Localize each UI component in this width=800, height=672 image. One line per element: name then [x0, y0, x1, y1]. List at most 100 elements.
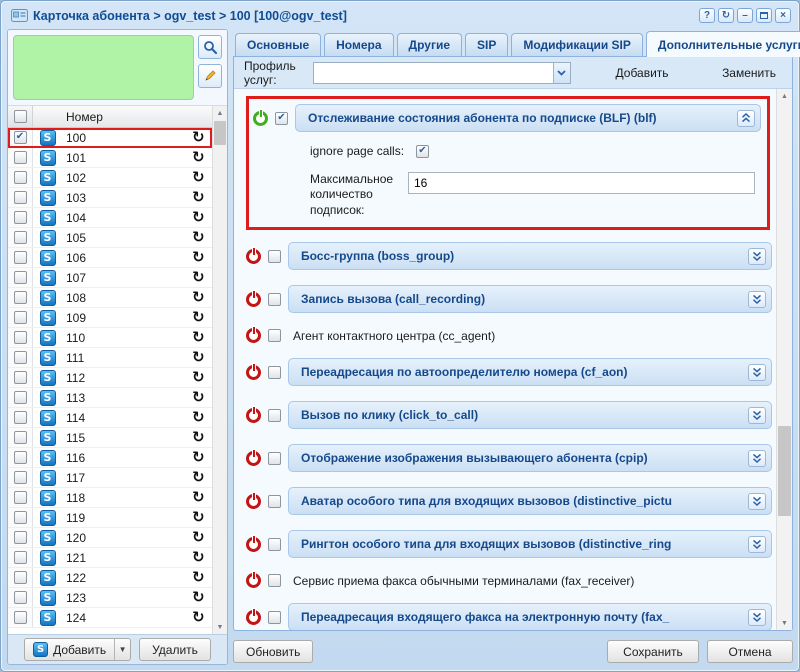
history-icon[interactable]: ↺	[192, 310, 205, 325]
edit-button[interactable]	[198, 64, 222, 88]
services-scrollbar-track[interactable]	[777, 103, 792, 616]
subscriber-row[interactable]: S 120 ↺	[8, 528, 212, 548]
close-button[interactable]: ×	[775, 8, 791, 23]
service-disabled-icon[interactable]	[246, 249, 261, 264]
subscriber-row[interactable]: S 101 ↺	[8, 148, 212, 168]
profile-input[interactable]	[313, 62, 571, 84]
collapse-button[interactable]	[737, 110, 755, 127]
row-checkbox[interactable]	[14, 351, 27, 364]
row-checkbox[interactable]	[14, 391, 27, 404]
history-icon[interactable]: ↺	[192, 590, 205, 605]
service-panel-header[interactable]: Запись вызова (call_recording)	[288, 285, 772, 313]
row-checkbox[interactable]	[14, 611, 27, 624]
service-panel-header[interactable]: Переадресация входящего факса на электро…	[288, 603, 772, 630]
profile-combobox[interactable]	[313, 62, 571, 84]
expand-button[interactable]	[748, 364, 766, 381]
history-icon[interactable]: ↺	[192, 470, 205, 485]
history-icon[interactable]: ↺	[192, 250, 205, 265]
history-icon[interactable]: ↺	[192, 230, 205, 245]
subscriber-row[interactable]: S 111 ↺	[8, 348, 212, 368]
service-checkbox[interactable]	[268, 366, 281, 379]
subscriber-row[interactable]: S 121 ↺	[8, 548, 212, 568]
service-disabled-icon[interactable]	[246, 537, 261, 552]
row-checkbox[interactable]	[14, 191, 27, 204]
blf-panel-header[interactable]: Отслеживание состояния абонента по подпи…	[295, 104, 761, 132]
numbers-scrollbar[interactable]: ▲ ▼	[212, 106, 227, 634]
service-checkbox[interactable]	[268, 574, 281, 587]
service-checkbox[interactable]	[268, 293, 281, 306]
subscriber-row[interactable]: S 113 ↺	[8, 388, 212, 408]
search-button[interactable]	[198, 35, 222, 59]
subscriber-row[interactable]: S 116 ↺	[8, 448, 212, 468]
service-disabled-icon[interactable]	[246, 365, 261, 380]
ignore-page-calls-checkbox[interactable]	[416, 145, 429, 158]
add-subscriber-button[interactable]: S Добавить ▼	[24, 638, 131, 661]
subscriber-row[interactable]: S 104 ↺	[8, 208, 212, 228]
expand-button[interactable]	[748, 536, 766, 553]
row-checkbox[interactable]	[14, 291, 27, 304]
service-disabled-icon[interactable]	[246, 451, 261, 466]
scroll-up-icon[interactable]: ▲	[213, 106, 227, 120]
cancel-button[interactable]: Отмена	[707, 640, 793, 663]
service-enabled-icon[interactable]	[253, 111, 268, 126]
tab-4[interactable]: SIP	[465, 33, 508, 56]
tab-5[interactable]: Модификации SIP	[511, 33, 643, 56]
row-checkbox[interactable]	[14, 511, 27, 524]
subscriber-row[interactable]: S 119 ↺	[8, 508, 212, 528]
history-icon[interactable]: ↺	[192, 170, 205, 185]
service-panel-header[interactable]: Отображение изображения вызывающего абон…	[288, 444, 772, 472]
row-checkbox[interactable]	[14, 591, 27, 604]
row-checkbox[interactable]	[14, 171, 27, 184]
services-scroll-down-icon[interactable]: ▼	[777, 616, 792, 630]
save-button[interactable]: Сохранить	[607, 640, 699, 663]
history-icon[interactable]: ↺	[192, 410, 205, 425]
row-checkbox[interactable]	[14, 311, 27, 324]
history-icon[interactable]: ↺	[192, 210, 205, 225]
tab-3[interactable]: Другие	[397, 33, 462, 56]
row-checkbox[interactable]	[14, 271, 27, 284]
row-checkbox[interactable]	[14, 231, 27, 244]
expand-button[interactable]	[748, 407, 766, 424]
history-icon[interactable]: ↺	[192, 290, 205, 305]
history-icon[interactable]: ↺	[192, 570, 205, 585]
service-checkbox[interactable]	[268, 538, 281, 551]
profile-replace-button[interactable]: Заменить	[716, 63, 782, 83]
subscriber-row[interactable]: S 117 ↺	[8, 468, 212, 488]
service-disabled-icon[interactable]	[246, 573, 261, 588]
profile-add-button[interactable]: Добавить	[610, 63, 675, 83]
service-checkbox[interactable]	[268, 452, 281, 465]
subscriber-row[interactable]: S 123 ↺	[8, 588, 212, 608]
service-disabled-icon[interactable]	[246, 610, 261, 625]
history-icon[interactable]: ↺	[192, 270, 205, 285]
subscriber-row[interactable]: S 108 ↺	[8, 288, 212, 308]
service-checkbox[interactable]	[268, 611, 281, 624]
row-checkbox[interactable]	[14, 251, 27, 264]
services-scroll-up-icon[interactable]: ▲	[777, 89, 792, 103]
history-icon[interactable]: ↺	[192, 610, 205, 625]
delete-subscriber-button[interactable]: Удалить	[139, 638, 211, 661]
tab-1[interactable]: Основные	[235, 33, 321, 56]
service-disabled-icon[interactable]	[246, 408, 261, 423]
refresh-list-button[interactable]: Обновить	[233, 640, 313, 663]
service-checkbox[interactable]	[268, 409, 281, 422]
tab-6[interactable]: Дополнительные услуги	[646, 31, 800, 57]
max-subscriptions-input[interactable]	[408, 172, 755, 194]
history-icon[interactable]: ↺	[192, 330, 205, 345]
service-panel-header[interactable]: Рингтон особого типа для входящих вызово…	[288, 530, 772, 558]
services-scrollbar-thumb[interactable]	[778, 426, 791, 516]
scrollbar-thumb[interactable]	[214, 121, 226, 145]
select-all-checkbox[interactable]	[14, 110, 27, 123]
service-checkbox[interactable]	[268, 495, 281, 508]
history-icon[interactable]: ↺	[192, 450, 205, 465]
service-checkbox[interactable]	[268, 329, 281, 342]
profile-dropdown-button[interactable]	[553, 63, 570, 83]
blf-checkbox[interactable]	[275, 112, 288, 125]
expand-button[interactable]	[748, 291, 766, 308]
tab-2[interactable]: Номера	[324, 33, 393, 56]
subscriber-row[interactable]: S 106 ↺	[8, 248, 212, 268]
history-icon[interactable]: ↺	[192, 530, 205, 545]
search-input[interactable]	[13, 35, 194, 100]
row-checkbox[interactable]	[14, 331, 27, 344]
row-checkbox[interactable]	[14, 451, 27, 464]
history-icon[interactable]: ↺	[192, 430, 205, 445]
